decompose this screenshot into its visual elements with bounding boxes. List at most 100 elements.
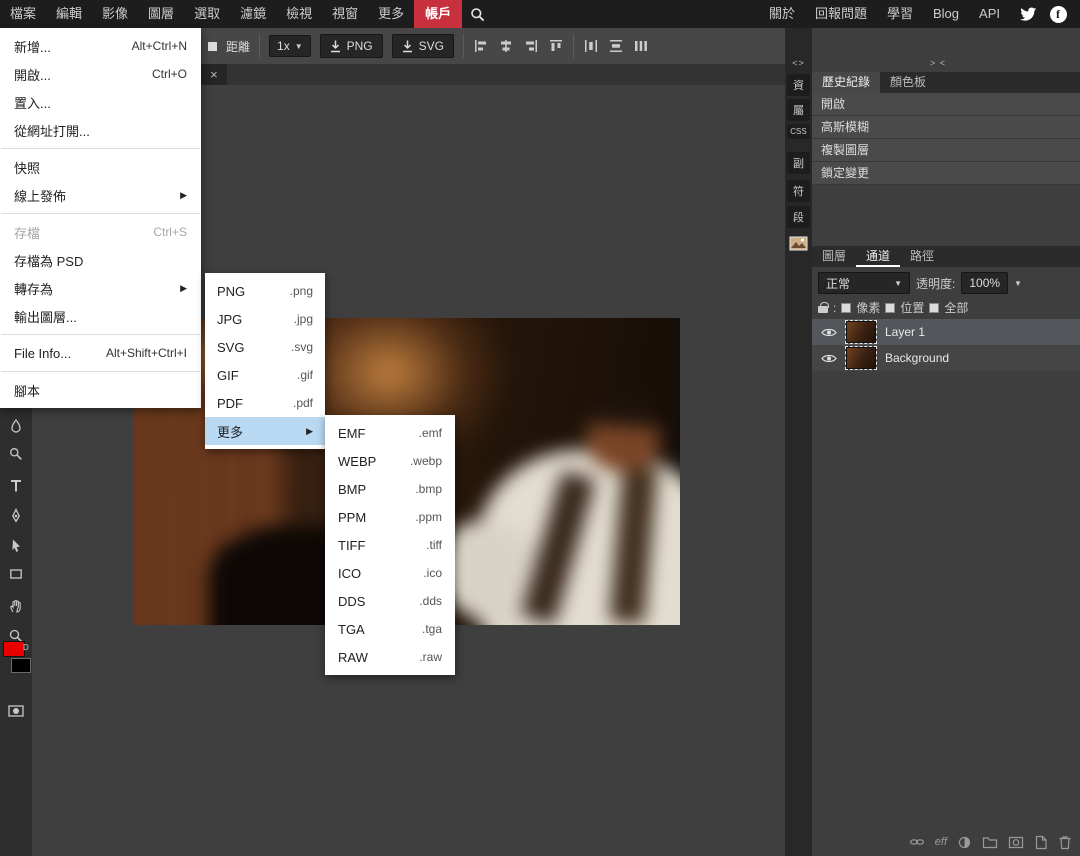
tab-history[interactable]: 歷史紀錄 [812,72,880,93]
menu-item-script[interactable]: 腳本 [0,376,201,404]
menu-item-export-ico[interactable]: ICO .ico [325,559,455,587]
lock-all-toggle[interactable] [929,303,939,313]
distance-checkbox[interactable] [208,42,217,51]
distribute-vertical-icon[interactable] [608,38,624,54]
tab-channels[interactable]: 通道 [856,246,900,267]
mask-icon[interactable] [1008,835,1024,850]
menu-item-file-info[interactable]: File Info... Alt+Shift+Ctrl+I [0,339,201,367]
menu-item-save-as-psd[interactable]: 存檔為 PSD [0,246,201,274]
history-item[interactable]: 高斯模糊 [812,116,1080,139]
menu-item-export-tiff[interactable]: TIFF .tiff [325,531,455,559]
facebook-icon[interactable]: f [1046,2,1070,26]
menu-item-export-webp[interactable]: WEBP .webp [325,447,455,475]
panel-collapse-button[interactable]: > < [930,58,946,68]
menu-image[interactable]: 影像 [92,0,138,28]
menu-item-export-ppm[interactable]: PPM .ppm [325,503,455,531]
hand-tool-icon[interactable] [0,593,32,619]
blur-tool-icon[interactable] [0,413,32,439]
menu-item-export-tga[interactable]: TGA .tga [325,615,455,643]
distribute-gaps-icon[interactable] [633,38,649,54]
menu-layer[interactable]: 圖層 [138,0,184,28]
align-left-icon[interactable] [473,38,489,54]
menu-edit[interactable]: 編輯 [46,0,92,28]
trash-icon[interactable] [1058,835,1072,850]
menu-item-export-as[interactable]: 轉存為 ▶ [0,274,201,302]
dodge-tool-icon[interactable] [0,441,32,467]
account-button[interactable]: 帳戶 [414,0,462,28]
eye-icon[interactable] [821,327,837,338]
menu-item-new[interactable]: 新增... Alt+Ctrl+N [0,32,201,60]
foreground-color-swatch[interactable] [3,641,25,657]
menu-item-export-dds[interactable]: DDS .dds [325,587,455,615]
lock-pixels-toggle[interactable] [841,303,851,313]
effects-button[interactable]: eff [935,836,947,848]
distribute-horizontal-icon[interactable] [583,38,599,54]
panel-button-paragraph[interactable]: 段 [787,206,810,228]
folder-icon[interactable] [982,835,998,850]
layer-row-background[interactable]: Background [812,345,1080,371]
menu-item-export-more[interactable]: 更多 ▶ [205,417,325,445]
history-item[interactable]: 鎖定變更 [812,162,1080,185]
panel-button-info[interactable]: 資 [787,74,810,96]
adjustment-icon[interactable] [957,835,972,850]
panel-button-brush[interactable]: 副 [787,152,810,174]
panel-button-properties[interactable]: 屬 [787,99,810,121]
history-item[interactable]: 複製圖層 [812,139,1080,162]
blog-link[interactable]: Blog [923,0,969,28]
default-colors-button[interactable]: D [23,643,29,652]
shape-tool-icon[interactable] [0,561,32,587]
menu-item-open-url[interactable]: 從網址打開... [0,116,201,144]
menu-view[interactable]: 檢視 [276,0,322,28]
menu-select[interactable]: 選取 [184,0,230,28]
about-link[interactable]: 關於 [759,0,805,28]
menu-item-export-png[interactable]: PNG .png [205,277,325,305]
lock-position-toggle[interactable] [885,303,895,313]
opacity-value-box[interactable]: 100% [961,272,1008,294]
layer-row-layer1[interactable]: Layer 1 [812,319,1080,345]
tab-layers[interactable]: 圖層 [812,246,856,267]
menu-more[interactable]: 更多 [368,0,414,28]
menu-filter[interactable]: 濾鏡 [230,0,276,28]
text-tool-icon[interactable] [0,473,32,499]
menu-item-place[interactable]: 置入... [0,88,201,116]
blend-mode-select[interactable]: 正常 ▼ [818,272,910,294]
tab-paths[interactable]: 路徑 [900,246,944,267]
search-icon[interactable] [462,0,492,28]
menu-item-export-pdf[interactable]: PDF .pdf [205,389,325,417]
path-select-tool-icon[interactable] [0,533,32,559]
menu-item-publish-online[interactable]: 線上發佈 ▶ [0,181,201,209]
menu-item-export-jpg[interactable]: JPG .jpg [205,305,325,333]
twitter-icon[interactable] [1016,2,1040,26]
new-layer-icon[interactable] [1034,835,1048,850]
mask-tool-icon[interactable] [0,698,32,724]
history-item[interactable]: 開啟 [812,93,1080,116]
zoom-select[interactable]: 1x ▼ [269,35,311,57]
pen-tool-icon[interactable] [0,503,32,529]
menu-window[interactable]: 視窗 [322,0,368,28]
menu-item-export-raw[interactable]: RAW .raw [325,643,455,671]
menu-item-snapshot[interactable]: 快照 [0,153,201,181]
export-png-button[interactable]: PNG [320,34,383,58]
link-icon[interactable] [909,834,925,850]
menu-item-export-layers[interactable]: 輸出圖層... [0,302,201,330]
menu-item-export-svg[interactable]: SVG .svg [205,333,325,361]
api-link[interactable]: API [969,0,1010,28]
strip-collapse-button[interactable]: <> [785,58,812,68]
tab-close-icon[interactable]: × [210,68,218,81]
menu-item-export-emf[interactable]: EMF .emf [325,419,455,447]
learn-link[interactable]: 學習 [877,0,923,28]
report-link[interactable]: 回報問題 [805,0,877,28]
layer-thumbnail[interactable] [846,321,876,343]
menu-item-open[interactable]: 開啟... Ctrl+O [0,60,201,88]
background-color-swatch[interactable] [11,658,31,673]
layer-thumbnail[interactable] [846,347,876,369]
export-svg-button[interactable]: SVG [392,34,454,58]
panel-button-css[interactable]: CSS [787,124,810,139]
opacity-dropdown-icon[interactable]: ▼ [1014,279,1022,288]
align-center-horizontal-icon[interactable] [498,38,514,54]
eye-icon[interactable] [821,353,837,364]
menu-file[interactable]: 檔案 [0,0,46,28]
menu-item-export-gif[interactable]: GIF .gif [205,361,325,389]
tab-swatches[interactable]: 顏色板 [880,72,936,93]
menu-item-export-bmp[interactable]: BMP .bmp [325,475,455,503]
